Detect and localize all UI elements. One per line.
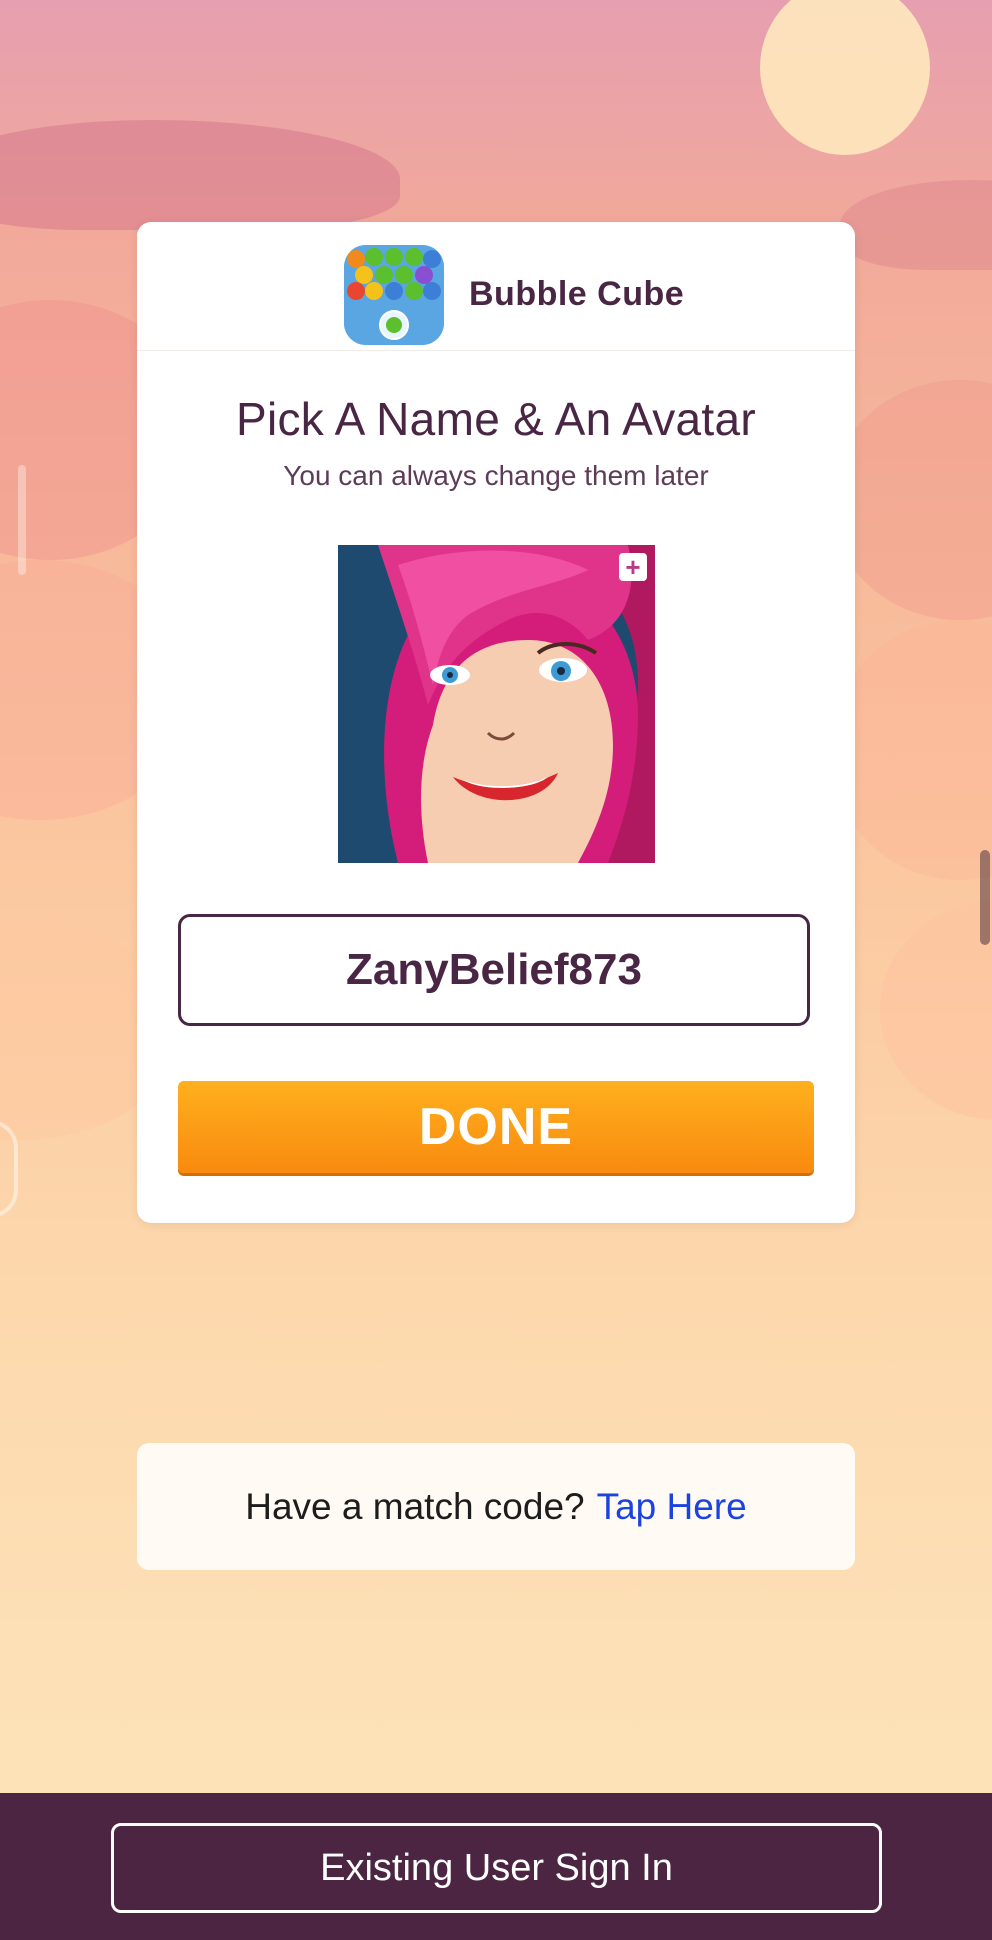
page-title: Pick A Name & An Avatar [236,393,756,445]
sun-decoration [760,0,930,155]
existing-user-signin-button[interactable]: Existing User Sign In [111,1823,882,1913]
avatar-picker[interactable]: + [338,545,655,863]
match-code-card: Have a match code? Tap Here [137,1443,855,1570]
page-subtitle: You can always change them later [283,460,709,491]
match-code-prompt: Have a match code? [245,1485,585,1527]
tap-here-link[interactable]: Tap Here [597,1486,747,1528]
avatar-image [338,545,655,863]
app-name: Bubble Cube [469,275,685,313]
cloud-decoration [0,120,400,230]
bubble-cube-app-icon [344,245,444,345]
bottom-bar: Existing User Sign In [0,1793,992,1940]
left-edge-handle[interactable] [18,465,26,575]
cloud-decoration [880,900,992,1120]
add-avatar-icon[interactable]: + [619,553,647,581]
done-button[interactable]: DONE [178,1081,814,1173]
cloud-decoration [840,180,992,270]
username-field[interactable]: ZanyBelief873 [178,914,810,1026]
right-scroll-handle[interactable] [980,850,990,945]
app-header: Bubble Cube [137,222,855,351]
profile-setup-card: Bubble Cube Pick A Name & An Avatar You … [137,222,855,1223]
